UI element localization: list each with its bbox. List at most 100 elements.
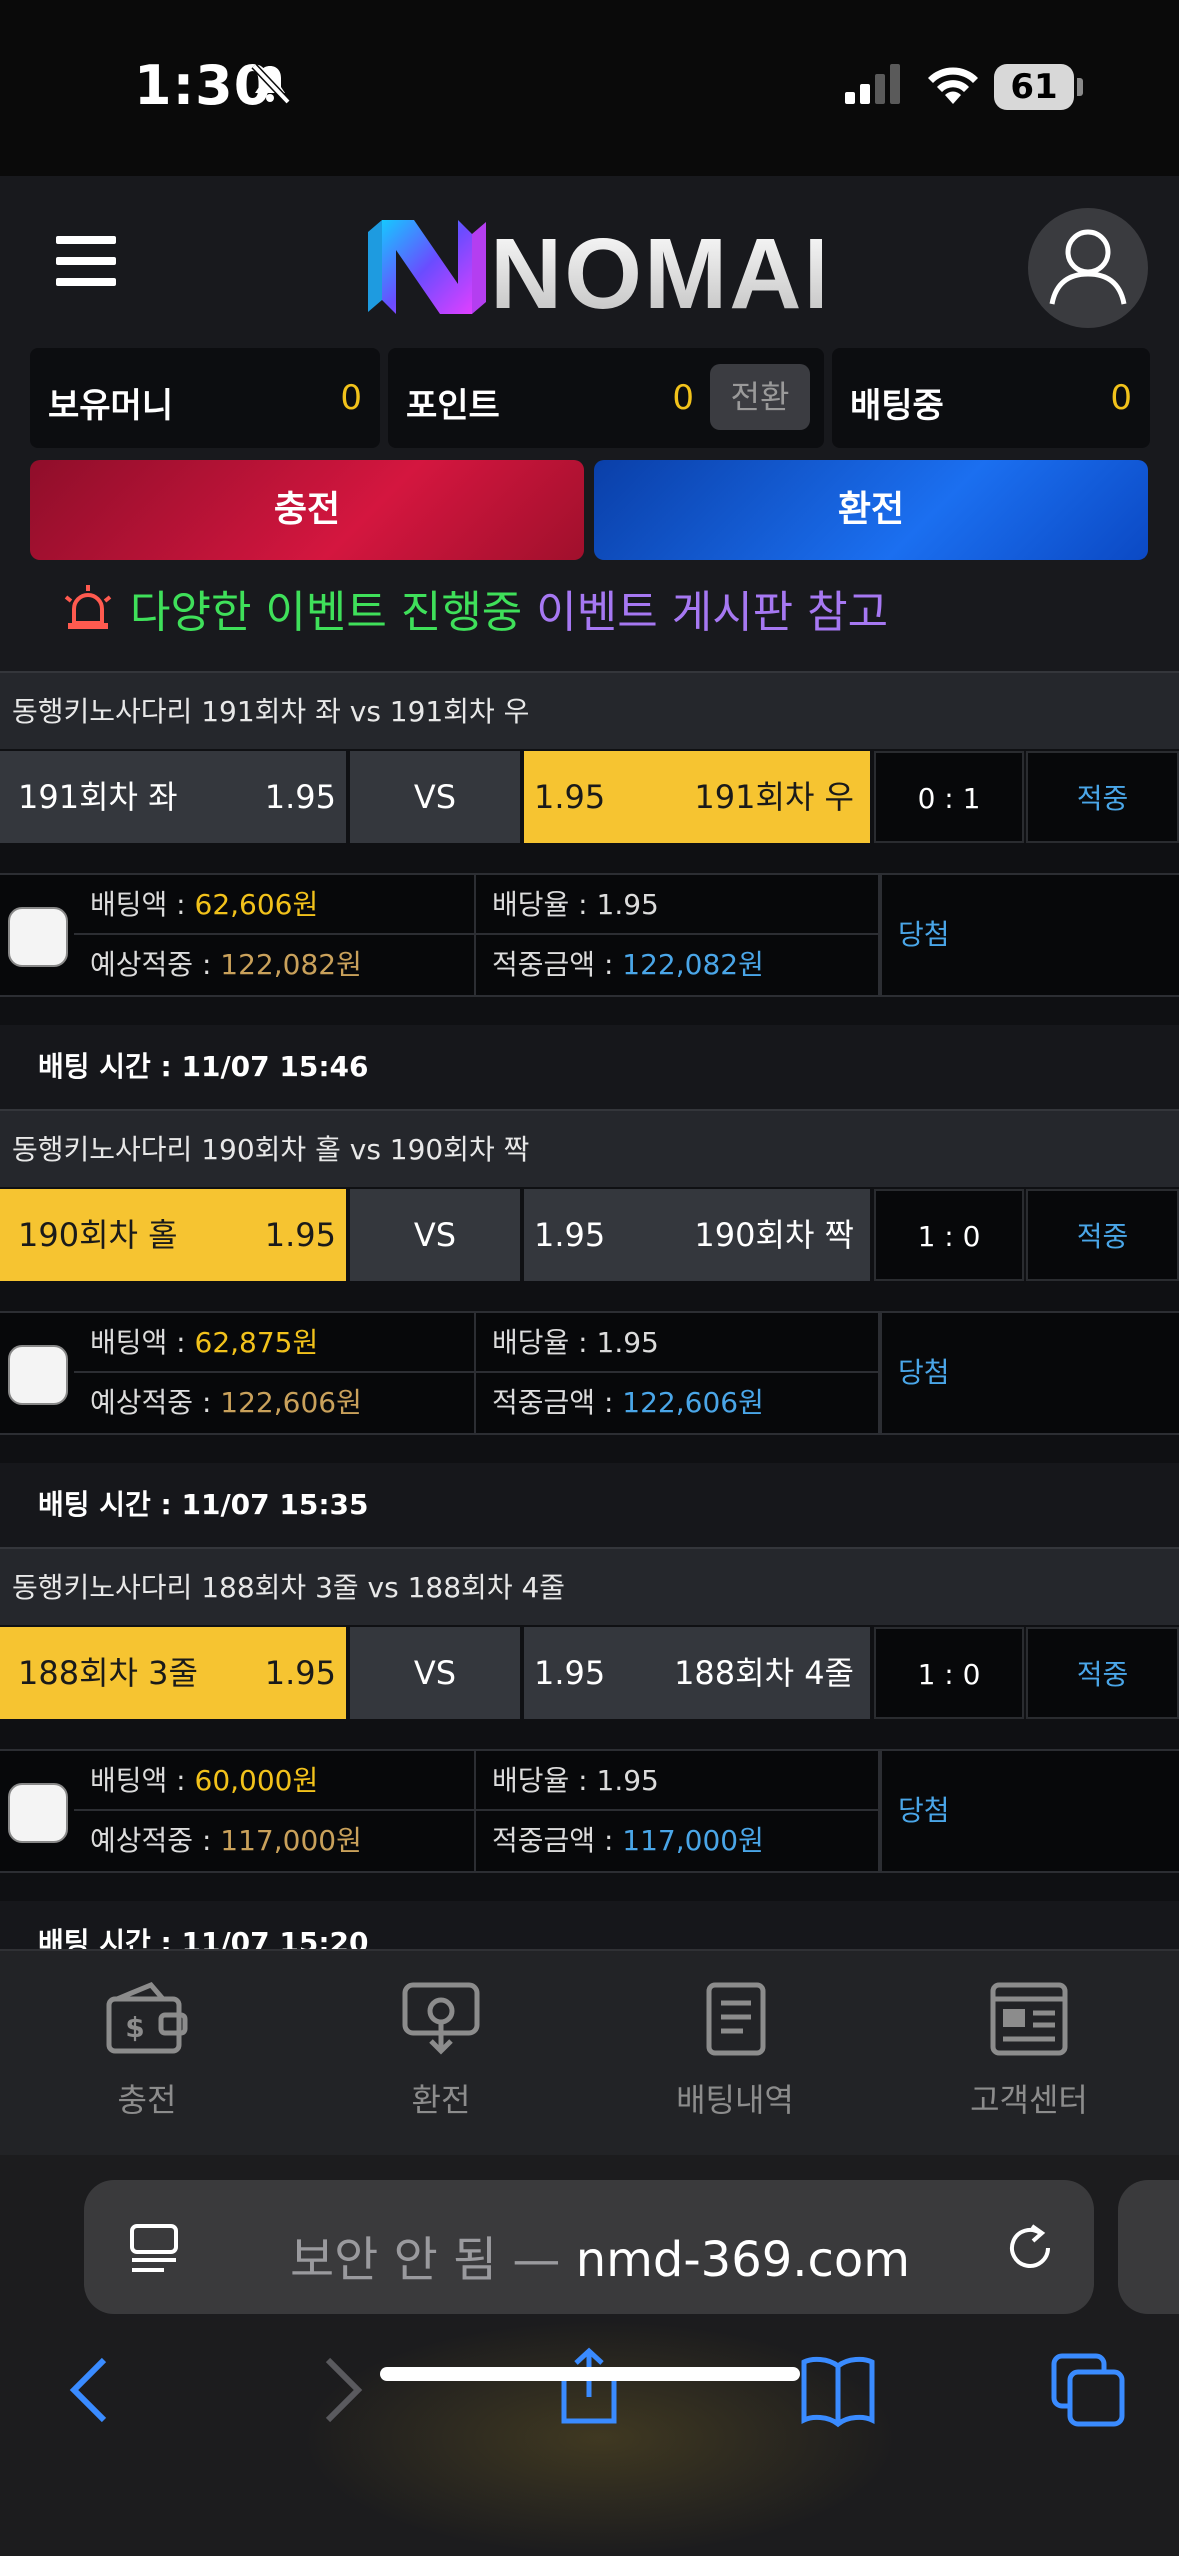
bet-rate-cell: 배당율 : 1.95: [476, 1751, 880, 1811]
bet-rate-cell: 배당율 : 1.95: [476, 875, 880, 935]
bet-detail: 배팅액 : 62,875원 배당율 : 1.95 예상적중 : 122,606원…: [0, 1311, 1179, 1435]
bet-time-label: 배팅 시간 :: [38, 1050, 182, 1083]
bet-detail: 배팅액 : 60,000원 배당율 : 1.95 예상적중 : 117,000원…: [0, 1749, 1179, 1873]
bet-rate-label: 배당율 :: [492, 1764, 597, 1797]
bet-expected: 122,082원: [220, 948, 362, 981]
insecure-label: 보안 안 됨 —: [290, 2232, 561, 2288]
wifi-icon: [928, 67, 978, 104]
bookmarks-icon[interactable]: [798, 2350, 878, 2430]
share-icon[interactable]: [554, 2347, 624, 2427]
bet-score: 0 : 1: [874, 751, 1024, 843]
bet-amount-cell: 배팅액 : 62,875원: [74, 1313, 476, 1373]
bet-home-odds: 1.95: [264, 1654, 336, 1692]
bet-result: 적중: [1026, 1189, 1179, 1281]
bet-score: 1 : 0: [874, 1189, 1024, 1281]
address-bar[interactable]: 보안 안 됨 — nmd-369.com: [84, 2180, 1094, 2314]
bet-time-value: 11/07 15:20: [181, 1926, 369, 1949]
user-icon: [1049, 229, 1127, 305]
bet-history-list[interactable]: 동행키노사다리 191회차 좌 vs 191회차 우 191회차 좌 1.95 …: [0, 671, 1179, 1949]
news-icon: [990, 1982, 1068, 2056]
charge-button-label: 충전: [273, 489, 341, 530]
betting-value: 0: [1110, 378, 1132, 418]
bottom-tab-bar: $ 충전 환전 배팅내역 고객센터: [0, 1949, 1179, 2155]
bet-expected: 117,000원: [220, 1824, 362, 1857]
bell-muted-icon: [251, 63, 291, 105]
menu-hamburger-icon[interactable]: [56, 236, 116, 286]
bet-time: 배팅 시간 : 11/07 15:35: [0, 1463, 1179, 1547]
bet-amount: 60,000원: [194, 1764, 319, 1797]
points-convert-button[interactable]: 전환: [710, 364, 810, 430]
tab-exchange[interactable]: 환전: [341, 1981, 541, 2121]
bet-amount: 62,606원: [194, 888, 319, 921]
bet-hit-amount-label: 적중금액 :: [492, 948, 623, 981]
bet-away-odds: 1.95: [534, 778, 606, 816]
exchange-button-label: 환전: [837, 489, 905, 530]
bet-rate: 1.95: [596, 1326, 659, 1359]
bet-match-row: 190회차 홀 1.95 VS 1.95 190회차 짝 1 : 0 적중: [0, 1189, 1179, 1281]
bet-select-checkbox[interactable]: [8, 907, 68, 967]
reload-icon[interactable]: [1002, 2220, 1058, 2276]
bet-expected-label: 예상적중 :: [90, 948, 221, 981]
wallet-icon: $: [106, 1981, 188, 2054]
status-bar: 1:30 61: [0, 0, 1179, 176]
tab-bet-history[interactable]: 배팅내역: [635, 1981, 835, 2121]
bet-game-title: 동행키노사다리 190회차 홀 vs 190회차 짝: [0, 1109, 1179, 1187]
event-banner[interactable]: 다양한 이벤트 진행중 이벤트 게시판 참고: [60, 576, 888, 640]
betting-box: 배팅중 0: [832, 348, 1150, 448]
bet-match-row: 191회차 좌 1.95 VS 1.95 191회차 우 0 : 1 적중: [0, 751, 1179, 843]
bet-amount-label: 배팅액 :: [90, 888, 195, 921]
bet-vs-label: VS: [350, 751, 520, 843]
bet-amount: 62,875원: [194, 1326, 319, 1359]
tab-customer-center-label: 고객센터: [970, 2081, 1088, 2119]
tab-customer-center[interactable]: 고객센터: [929, 1981, 1129, 2121]
bet-time-label: 배팅 시간 :: [38, 1926, 182, 1949]
bet-select-checkbox[interactable]: [8, 1783, 68, 1843]
forward-arrow-icon[interactable]: [312, 2350, 372, 2430]
exchange-button[interactable]: 환전: [594, 460, 1148, 560]
document-icon: [706, 1982, 766, 2056]
bet-expected-label: 예상적중 :: [90, 1824, 221, 1857]
bet-home-name: 190회차 홀: [18, 1216, 178, 1254]
tab-charge-label: 충전: [117, 2081, 177, 2119]
bet-amount-label: 배팅액 :: [90, 1326, 195, 1359]
bet-away-option[interactable]: 1.95 188회차 4줄: [524, 1627, 870, 1719]
home-indicator[interactable]: [380, 2367, 800, 2381]
tabs-icon[interactable]: [1048, 2350, 1128, 2430]
withdraw-icon: [402, 1982, 480, 2055]
bet-expected-cell: 예상적중 : 117,000원: [74, 1811, 476, 1871]
bet-game-title: 동행키노사다리 191회차 좌 vs 191회차 우: [0, 671, 1179, 749]
bet-hit-amount-cell: 적중금액 : 117,000원: [476, 1811, 880, 1871]
bet-vs-label: VS: [350, 1189, 520, 1281]
bet-amount-cell: 배팅액 : 62,606원: [74, 875, 476, 935]
bet-away-option[interactable]: 1.95 191회차 우: [524, 751, 870, 843]
tab-charge[interactable]: $ 충전: [47, 1981, 247, 2121]
bet-home-option[interactable]: 190회차 홀 1.95: [0, 1189, 346, 1281]
bet-away-odds: 1.95: [534, 1654, 606, 1692]
bet-home-option[interactable]: 191회차 좌 1.95: [0, 751, 346, 843]
cellular-signal-icon: [845, 64, 900, 104]
bet-rate-label: 배당율 :: [492, 888, 597, 921]
bet-away-odds: 1.95: [534, 1216, 606, 1254]
bet-status: 당첨: [880, 875, 1179, 995]
bet-away-option[interactable]: 1.95 190회차 짝: [524, 1189, 870, 1281]
bet-select-checkbox[interactable]: [8, 1345, 68, 1405]
bet-hit-amount: 122,082원: [622, 948, 764, 981]
bet-time: 배팅 시간 : 11/07 15:20: [0, 1901, 1179, 1949]
bet-home-name: 191회차 좌: [18, 778, 178, 816]
back-arrow-icon[interactable]: [60, 2350, 120, 2430]
logo-text: NOMAD: [490, 218, 822, 322]
bet-time: 배팅 시간 : 11/07 15:46: [0, 1025, 1179, 1109]
bet-rate-label: 배당율 :: [492, 1326, 597, 1359]
charge-button[interactable]: 충전: [30, 460, 584, 560]
next-tab-preview[interactable]: [1118, 2180, 1179, 2314]
address-domain: nmd-369.com: [575, 2232, 911, 2288]
betting-label: 배팅중: [850, 386, 944, 426]
bet-expected: 122,606원: [220, 1386, 362, 1419]
svg-text:$: $: [125, 2011, 144, 2044]
points-label: 포인트: [406, 386, 500, 426]
bet-hit-amount-cell: 적중금액 : 122,082원: [476, 935, 880, 995]
bet-home-option[interactable]: 188회차 3줄 1.95: [0, 1627, 346, 1719]
nomad-logo[interactable]: NOMAD: [362, 212, 822, 322]
points-value: 0: [672, 378, 694, 418]
profile-avatar-button[interactable]: [1028, 208, 1148, 328]
